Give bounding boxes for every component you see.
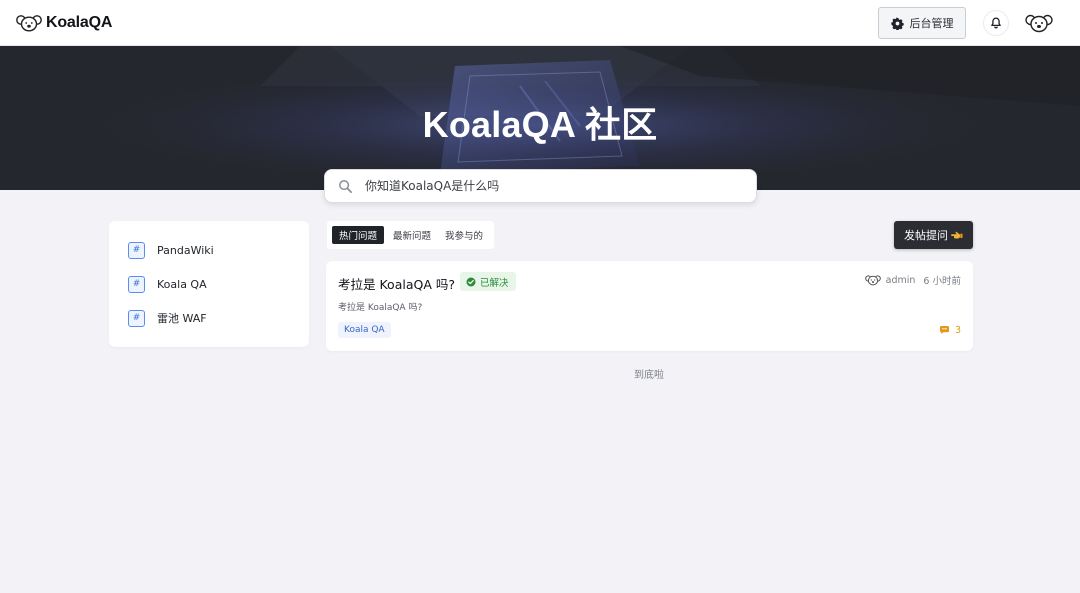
check-circle-icon [466,277,476,286]
bell-icon [991,17,1001,29]
top-navbar: KoalaQA 后台管理 [0,0,1080,46]
koala-logo-icon [16,15,42,32]
solved-badge: 已解决 [460,272,516,291]
question-title[interactable]: 考拉是 KoalaQA 吗? [338,274,455,293]
comment-icon [939,326,949,334]
sidebar-item-label: Koala QA [157,277,207,291]
new-post-button[interactable]: 发帖提问 [894,221,973,249]
hash-icon: # [128,241,145,259]
hash-icon: # [128,275,145,293]
tab-latest-questions[interactable]: 最新问题 [387,226,437,244]
question-filter-tabs: 热门问题 最新问题 我参与的 [327,221,494,249]
question-time: 6 小时前 [923,276,961,287]
comment-count-value: 3 [954,324,961,336]
brand-name: KoalaQA [46,14,113,31]
gear-icon [890,16,904,30]
search-icon [339,180,352,193]
question-tag[interactable]: Koala QA [338,322,391,338]
brand[interactable]: KoalaQA [16,11,112,35]
pointing-hand-icon [951,231,963,239]
notifications-button[interactable] [983,10,1009,36]
admin-console-label: 后台管理 [909,17,954,30]
tab-my-participation[interactable]: 我参与的 [439,226,489,244]
question-excerpt: 考拉是 KoalaQA 吗? [338,303,423,313]
list-end-text: 到底啦 [634,370,664,381]
koala-avatar-icon [1025,14,1053,33]
admin-console-button[interactable]: 后台管理 [878,7,966,39]
solved-badge-label: 已解决 [480,277,509,289]
new-post-label: 发帖提问 [904,229,948,242]
category-sidebar: # PandaWiki # Koala QA # 雷池 WAF [109,221,309,347]
question-meta: admin 6 小时前 [864,273,961,287]
hash-icon: # [128,309,145,327]
koala-avatar-icon [864,275,881,286]
sidebar-item-label: 雷池 WAF [157,312,207,325]
search-bar[interactable] [324,169,757,203]
tab-hot-questions[interactable]: 热门问题 [332,226,384,244]
comment-count[interactable]: 3 [939,324,961,336]
sidebar-item-safeline-waf[interactable]: # 雷池 WAF [128,309,207,327]
search-input[interactable] [365,170,745,202]
question-card[interactable]: 考拉是 KoalaQA 吗? 已解决 admin 6 小时前 考拉是 Koala… [326,261,973,351]
user-avatar[interactable] [1025,12,1053,34]
sidebar-item-label: PandaWiki [157,243,214,257]
hero-title: KoalaQA 社区 [422,104,658,145]
sidebar-item-pandawiki[interactable]: # PandaWiki [128,241,214,259]
sidebar-item-koala-qa[interactable]: # Koala QA [128,275,207,293]
question-author[interactable]: admin [886,275,916,286]
